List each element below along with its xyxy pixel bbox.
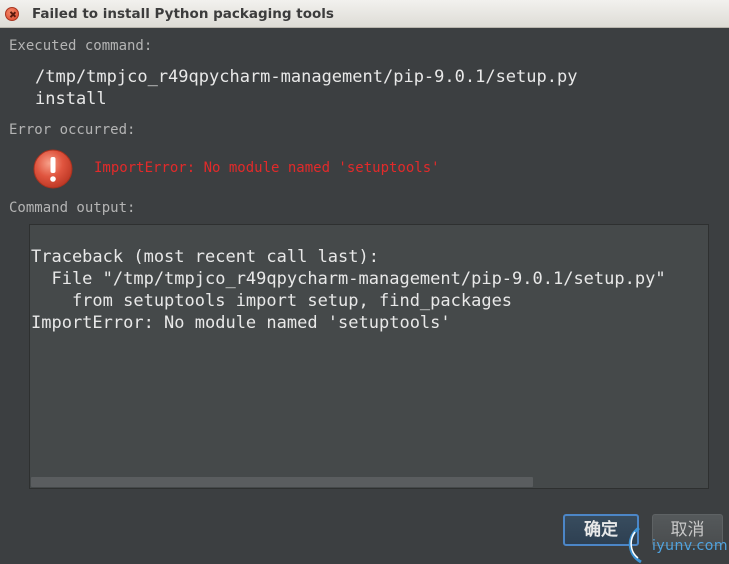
error-dialog: Failed to install Python packaging tools…	[0, 0, 729, 564]
horizontal-scrollbar[interactable]	[30, 474, 708, 488]
error-message: ImportError: No module named 'setuptools…	[94, 160, 440, 176]
error-occurred-label: Error occurred:	[9, 122, 136, 138]
command-output-label: Command output:	[9, 200, 136, 216]
watermark-text: iyunv.com	[652, 538, 728, 554]
executed-command-text: /tmp/tmpjco_r49qpycharm-management/pip-9…	[35, 67, 578, 109]
command-output-text: Traceback (most recent call last): File …	[31, 247, 666, 333]
command-output-panel[interactable]: Traceback (most recent call last): File …	[29, 224, 709, 489]
scrollbar-thumb[interactable]	[31, 477, 533, 487]
title-bar: Failed to install Python packaging tools	[0, 0, 729, 28]
window-title: Failed to install Python packaging tools	[32, 6, 334, 22]
close-icon[interactable]	[5, 7, 19, 21]
executed-command-label: Executed command:	[9, 38, 153, 54]
error-icon	[33, 149, 73, 189]
